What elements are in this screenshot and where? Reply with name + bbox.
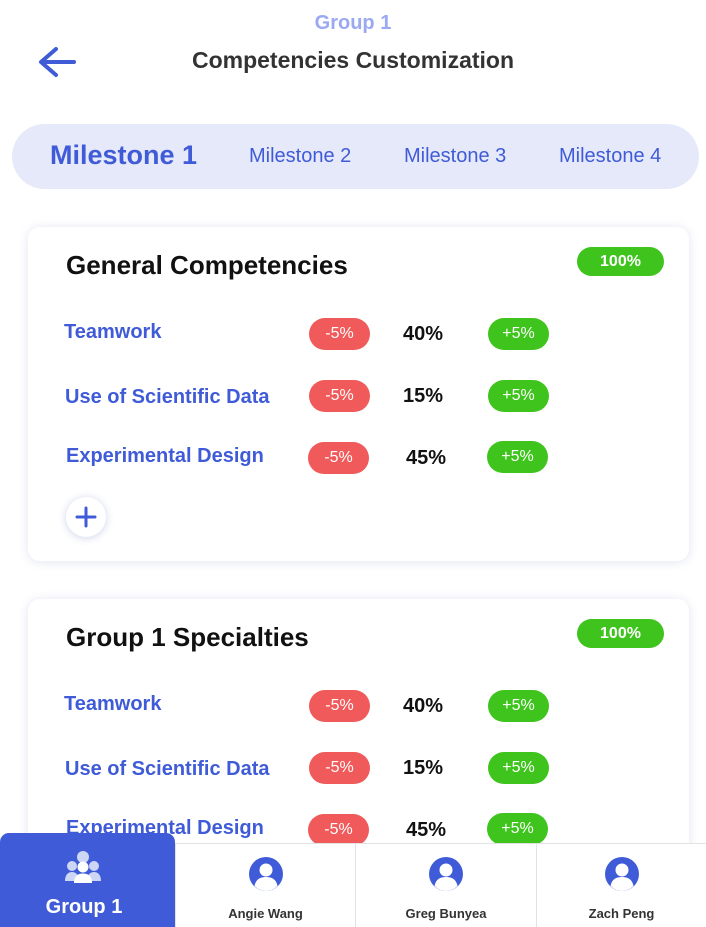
section-title: Group 1 Specialties bbox=[66, 622, 309, 652]
competency-label-teamwork: Teamwork bbox=[64, 693, 162, 715]
competency-value: 40% bbox=[403, 323, 444, 345]
add-competency-button[interactable] bbox=[66, 497, 106, 537]
group-subtitle: Group 1 bbox=[314, 12, 392, 34]
nav-item-angie-wang[interactable]: Angie Wang bbox=[175, 844, 355, 927]
decrease-button[interactable]: -5% bbox=[309, 380, 370, 412]
competency-label-scientific-data: Use of Scientific Data bbox=[65, 758, 270, 780]
general-competencies-card: General Competencies 100% Teamwork -5% 4… bbox=[28, 227, 689, 561]
decrease-button[interactable]: -5% bbox=[309, 690, 370, 722]
increase-button[interactable]: +5% bbox=[488, 690, 549, 722]
section-title: General Competencies bbox=[66, 250, 348, 280]
plus-icon bbox=[75, 506, 97, 528]
tab-milestone-4[interactable]: Milestone 4 bbox=[559, 124, 661, 189]
total-badge: 100% bbox=[577, 619, 664, 648]
user-avatar-icon bbox=[248, 857, 283, 891]
tab-milestone-3[interactable]: Milestone 3 bbox=[404, 124, 506, 189]
competency-value: 40% bbox=[403, 695, 444, 717]
group-users-icon bbox=[65, 851, 101, 883]
nav-label: Zach Peng bbox=[588, 906, 655, 921]
back-button[interactable] bbox=[36, 44, 80, 80]
increase-button[interactable]: +5% bbox=[488, 380, 549, 412]
tab-milestone-2[interactable]: Milestone 2 bbox=[249, 124, 351, 189]
competency-value: 15% bbox=[403, 385, 444, 407]
increase-button[interactable]: +5% bbox=[488, 752, 549, 784]
competency-label-experimental-design: Experimental Design bbox=[66, 445, 264, 467]
increase-button[interactable]: +5% bbox=[487, 813, 548, 845]
competency-value: 45% bbox=[406, 447, 447, 469]
decrease-button[interactable]: -5% bbox=[309, 752, 370, 784]
nav-label-active: Group 1 bbox=[45, 896, 123, 918]
nav-label: Greg Bunyea bbox=[405, 906, 487, 921]
nav-item-zach-peng[interactable]: Zach Peng bbox=[536, 844, 706, 927]
decrease-button[interactable]: -5% bbox=[309, 318, 370, 350]
total-badge: 100% bbox=[577, 247, 664, 276]
user-avatar-icon bbox=[604, 857, 639, 891]
user-avatar-icon bbox=[429, 857, 463, 891]
nav-item-group-1[interactable]: Group 1 bbox=[0, 833, 175, 927]
competency-label-scientific-data: Use of Scientific Data bbox=[65, 386, 270, 408]
competency-value: 15% bbox=[403, 757, 444, 779]
decrease-button[interactable]: -5% bbox=[308, 442, 369, 474]
nav-label: Angie Wang bbox=[228, 906, 303, 921]
competency-value: 45% bbox=[406, 819, 447, 841]
increase-button[interactable]: +5% bbox=[488, 318, 549, 350]
nav-item-greg-bunyea[interactable]: Greg Bunyea bbox=[355, 844, 536, 927]
increase-button[interactable]: +5% bbox=[487, 441, 548, 473]
milestone-tabs: Milestone 1 Milestone 2 Milestone 3 Mile… bbox=[12, 124, 699, 189]
tab-milestone-1[interactable]: Milestone 1 bbox=[50, 124, 197, 189]
arrow-left-icon bbox=[39, 47, 76, 77]
decrease-button[interactable]: -5% bbox=[308, 814, 369, 846]
competency-label-teamwork: Teamwork bbox=[64, 321, 162, 343]
page-title: Competencies Customization bbox=[191, 47, 515, 73]
